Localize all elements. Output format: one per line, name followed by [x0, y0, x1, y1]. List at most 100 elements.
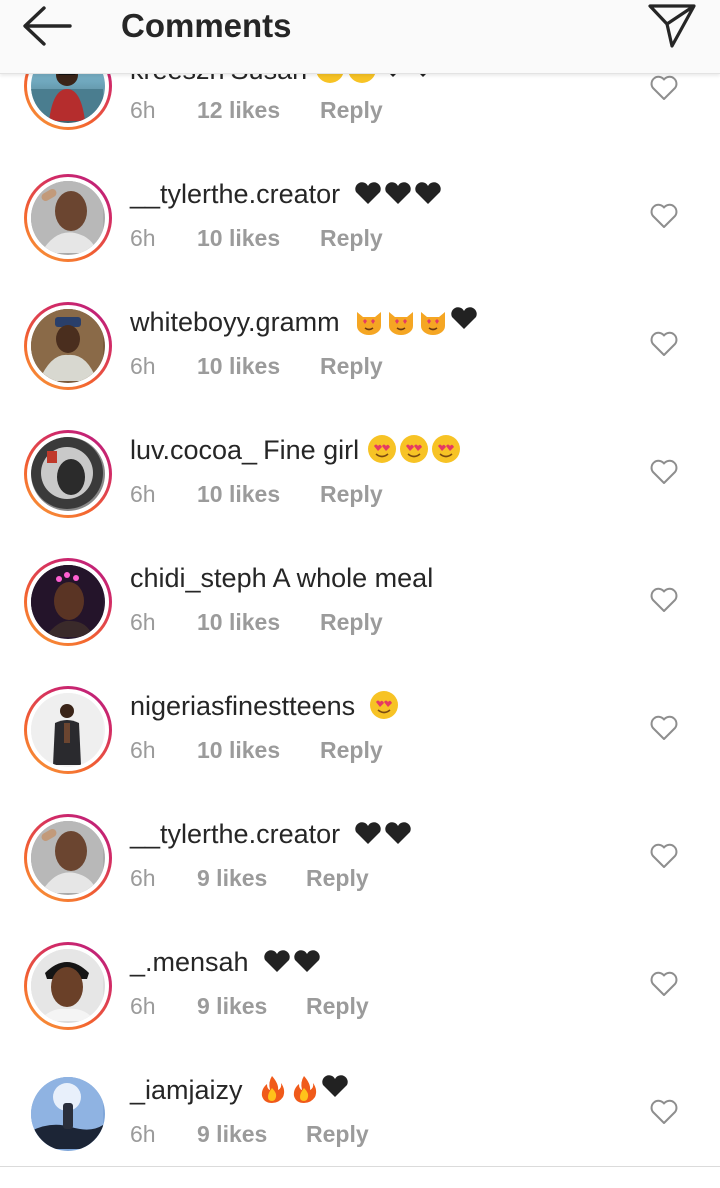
comment-time: 6h: [130, 865, 156, 891]
comment-time: 6h: [130, 1121, 156, 1147]
heart-outline-icon[interactable]: [648, 840, 680, 872]
comment-likes[interactable]: 9 likes: [197, 1119, 267, 1149]
reply-button[interactable]: Reply: [320, 351, 383, 381]
comment-time: 6h: [130, 993, 156, 1019]
comment-likes[interactable]: 9 likes: [197, 863, 267, 893]
arrow-left-icon[interactable]: [20, 4, 76, 48]
black-heart-icon: [355, 182, 381, 204]
avatar-photo-icon: [31, 309, 103, 381]
reply-button[interactable]: Reply: [320, 607, 383, 637]
reply-button[interactable]: Reply: [320, 479, 383, 509]
avatar-photo-icon: [31, 693, 103, 765]
emoji-group: [257, 1074, 349, 1104]
avatar[interactable]: [24, 558, 112, 646]
header-bar: Comments: [0, 0, 720, 74]
emoji-group: [354, 181, 442, 205]
avatar[interactable]: [24, 942, 112, 1030]
comment-username[interactable]: nigeriasfinestteens: [130, 691, 355, 721]
emoji-group: [367, 434, 461, 464]
avatar-photo-icon: [31, 437, 103, 509]
emoji-group: [263, 949, 321, 973]
reply-button[interactable]: Reply: [320, 735, 383, 765]
comment-username[interactable]: _.mensah: [130, 947, 249, 977]
avatar[interactable]: [24, 302, 112, 390]
black-heart-icon: [385, 822, 411, 844]
comment-likes[interactable]: 10 likes: [197, 351, 280, 381]
comment-item: _iamjaizy 6h 9 likes Reply: [0, 1056, 720, 1184]
comment-likes[interactable]: 9 likes: [197, 991, 267, 1021]
comment-time: 6h: [130, 353, 156, 379]
comment-item: nigeriasfinestteens 6h 10 likes Reply: [0, 672, 720, 800]
heart-eyes-emoji-icon: [368, 434, 397, 463]
avatar[interactable]: [24, 686, 112, 774]
comment-time: 6h: [130, 225, 156, 251]
reply-button[interactable]: Reply: [306, 1119, 369, 1149]
comment-username[interactable]: chidi_steph: [130, 563, 267, 593]
heart-outline-icon[interactable]: [648, 968, 680, 1000]
heart-outline-icon[interactable]: [648, 200, 680, 232]
page-title: Comments: [121, 7, 292, 44]
emoji-group: [354, 306, 478, 336]
paper-plane-icon[interactable]: [644, 0, 700, 50]
avatar-photo-icon: [31, 949, 103, 1021]
reply-button[interactable]: Reply: [320, 223, 383, 253]
comments-list[interactable]: kreeszhSusan 6h 12 likes Reply: [0, 0, 720, 1188]
comment-username[interactable]: __tylerthe.creator: [130, 819, 340, 849]
comment-likes[interactable]: 10 likes: [197, 479, 280, 509]
comment-time: 6h: [130, 97, 156, 123]
comment-likes[interactable]: 12 likes: [197, 95, 280, 125]
comment-likes[interactable]: 10 likes: [197, 607, 280, 637]
avatar-photo-icon: [31, 565, 103, 637]
black-heart-icon: [263, 950, 290, 972]
comment-item: __tylerthe.creator 6h 10 likes Reply: [0, 160, 720, 288]
heart-eyes-cat-icon: [356, 311, 381, 335]
comment-time: 6h: [130, 481, 156, 507]
comment-username[interactable]: whiteboyy.gramm: [130, 307, 340, 337]
black-heart-icon: [321, 1075, 348, 1097]
comment-likes[interactable]: 10 likes: [197, 223, 280, 253]
avatar-photo-icon: [31, 821, 103, 893]
black-heart-icon: [385, 182, 411, 204]
heart-outline-icon[interactable]: [648, 584, 680, 616]
comment-item: whiteboyy.gramm 6h 10 likes Reply: [0, 288, 720, 416]
emoji-group: [354, 821, 412, 845]
comment-item: _.mensah 6h 9 likes Reply: [0, 928, 720, 1056]
comment-username[interactable]: luv.cocoa_: [130, 435, 257, 465]
heart-eyes-cat-icon: [388, 311, 413, 335]
comment-username[interactable]: _iamjaizy: [130, 1075, 243, 1105]
heart-eyes-emoji-icon: [400, 434, 429, 463]
avatar[interactable]: [24, 174, 112, 262]
heart-eyes-emoji-icon: [432, 434, 461, 463]
comment-item: __tylerthe.creator 6h 9 likes Reply: [0, 800, 720, 928]
fire-icon: [261, 1075, 284, 1103]
black-heart-icon: [355, 822, 381, 844]
black-heart-icon: [293, 950, 320, 972]
comment-text: Fine girl: [263, 435, 360, 465]
comment-time: 6h: [130, 737, 156, 763]
avatar[interactable]: [24, 814, 112, 902]
comment-time: 6h: [130, 609, 156, 635]
reply-button[interactable]: Reply: [306, 991, 369, 1021]
heart-outline-icon[interactable]: [648, 712, 680, 744]
avatar-photo-icon: [31, 181, 103, 253]
avatar[interactable]: [24, 1070, 112, 1158]
divider: [0, 1166, 720, 1167]
black-heart-icon: [415, 182, 441, 204]
emoji-group: [369, 690, 399, 720]
avatar[interactable]: [24, 430, 112, 518]
comment-likes[interactable]: 10 likes: [197, 735, 280, 765]
reply-button[interactable]: Reply: [306, 863, 369, 893]
heart-outline-icon[interactable]: [648, 72, 680, 104]
heart-outline-icon[interactable]: [648, 456, 680, 488]
heart-eyes-emoji-icon: [370, 690, 399, 719]
comment-username[interactable]: __tylerthe.creator: [130, 179, 340, 209]
reply-button[interactable]: Reply: [320, 95, 383, 125]
comment-text: A whole meal: [272, 563, 434, 593]
heart-outline-icon[interactable]: [648, 328, 680, 360]
heart-eyes-cat-icon: [420, 311, 445, 335]
comment-item: luv.cocoa_ Fine girl 6h 10 likes Reply: [0, 416, 720, 544]
comment-item: chidi_steph A whole meal 6h 10 likes Repl…: [0, 544, 720, 672]
avatar-photo-icon: [31, 1077, 103, 1149]
heart-outline-icon[interactable]: [648, 1096, 680, 1128]
fire-icon: [293, 1075, 316, 1103]
